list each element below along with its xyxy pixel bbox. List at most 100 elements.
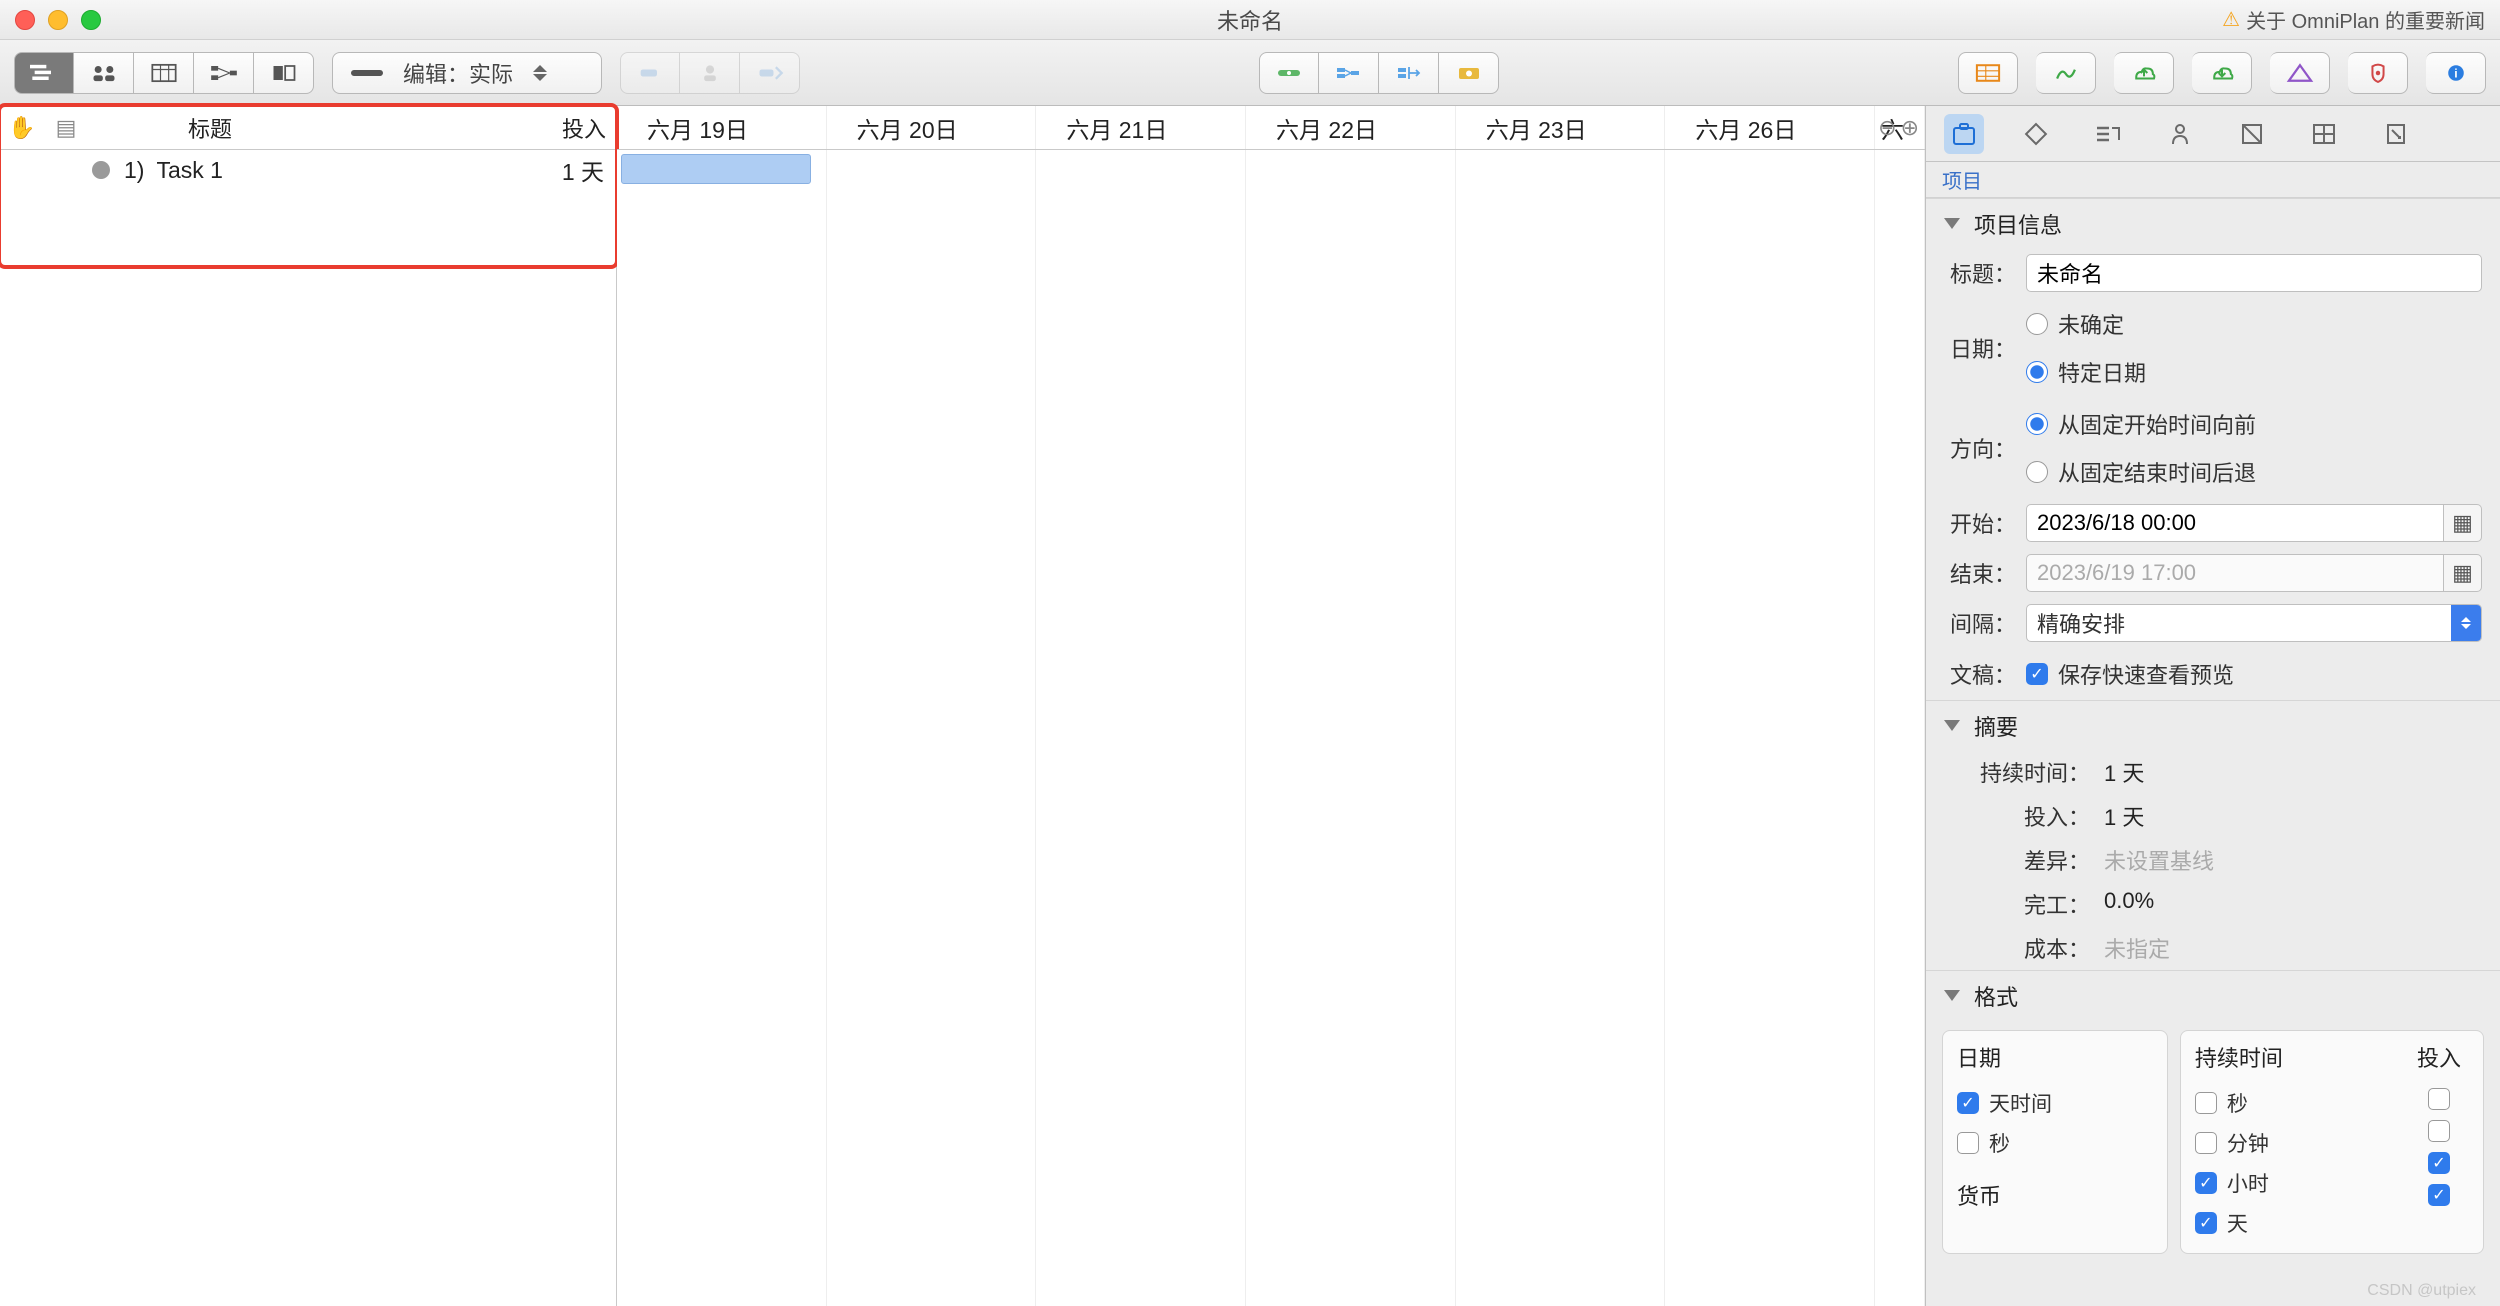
gantt-grid <box>617 150 1925 1306</box>
gantt-day-header[interactable]: 六月 19日 <box>617 106 827 149</box>
effort-format-title: 投入 <box>2417 1041 2461 1073</box>
change-tracking-button[interactable] <box>2270 52 2330 94</box>
edit-mode-control[interactable]: 编辑：实际 <box>332 52 602 94</box>
gantt-day-header[interactable]: 六月 21日 <box>1036 106 1246 149</box>
attachments-inspector-tab[interactable] <box>2376 114 2416 154</box>
effort-sec-check[interactable] <box>2428 1083 2450 1115</box>
daytime-checkbox[interactable]: ✓天时间 <box>1957 1083 2153 1123</box>
resource-inspector-tab[interactable] <box>2160 114 2200 154</box>
notes-column-icon: ▤ <box>44 115 88 141</box>
schedule-group <box>1259 52 1499 94</box>
gantt-pane: 六月 19日 六月 20日 六月 21日 六月 22日 六月 23日 六月 26… <box>617 106 1925 1306</box>
select-arrows-icon <box>2451 605 2481 641</box>
date-undetermined-radio[interactable]: 未确定 <box>2026 304 2146 344</box>
violations-column-icon: ✋ <box>0 115 44 141</box>
summary-section-header[interactable]: 摘要 <box>1926 700 2500 750</box>
start-label: 开始： <box>1944 507 2016 539</box>
interval-select[interactable]: 精确安排 <box>2026 604 2482 642</box>
task-index: 1) <box>124 157 144 184</box>
title-bar: 未命名 ⚠ 关于 OmniPlan 的重要新闻 <box>0 0 2500 40</box>
task-inspector-tab[interactable] <box>2088 114 2128 154</box>
gantt-day-header[interactable]: 六月 26日 <box>1665 106 1875 149</box>
violations-button[interactable] <box>2348 52 2408 94</box>
info-button[interactable]: i <box>2426 52 2486 94</box>
zoom-in-icon[interactable]: ⊕ <box>1901 115 1919 141</box>
close-window-button[interactable] <box>15 10 35 30</box>
outline-header: ✋ ▤ 标题 投入 <box>0 106 616 150</box>
start-date-input[interactable] <box>2026 504 2444 542</box>
end-calendar-button[interactable]: ▦ <box>2444 554 2482 592</box>
interval-label: 间隔： <box>1944 607 2016 639</box>
effort-hour-check[interactable]: ✓ <box>2428 1147 2450 1179</box>
custom-data-inspector-tab[interactable] <box>2304 114 2344 154</box>
summary-cost-label: 成本： <box>1944 932 2104 964</box>
title-column-header[interactable]: 标题 <box>88 112 526 144</box>
project-inspector-tab[interactable] <box>1944 114 1984 154</box>
interval-row: 间隔： 精确安排 <box>1926 598 2500 648</box>
gantt-day-header[interactable]: 六月 22日 <box>1246 106 1456 149</box>
gantt-day-header[interactable]: 六月 23日 <box>1456 106 1666 149</box>
zoom-controls[interactable]: ⊖ ⊕ <box>1878 115 1919 141</box>
add-milestone-button[interactable] <box>740 52 800 94</box>
stepper-icon <box>533 65 547 81</box>
snapshot-button[interactable] <box>1439 52 1499 94</box>
add-task-button[interactable] <box>620 52 680 94</box>
currency-format-title: 货币 <box>1957 1179 2153 1211</box>
styles-inspector-tab[interactable] <box>2232 114 2272 154</box>
reschedule-button[interactable] <box>1319 52 1379 94</box>
direction-label: 方向： <box>1944 432 2016 464</box>
summary-complete-value: 0.0% <box>2104 888 2154 920</box>
date-label: 日期： <box>1944 332 2016 364</box>
zoom-window-button[interactable] <box>81 10 101 30</box>
task-bullet-icon <box>92 161 110 179</box>
project-info-section-header[interactable]: 项目信息 <box>1926 198 2500 248</box>
start-calendar-button[interactable]: ▦ <box>2444 504 2482 542</box>
title-input[interactable] <box>2026 254 2482 292</box>
duration-format-title: 持续时间 <box>2195 1041 2409 1073</box>
add-resource-button[interactable] <box>680 52 740 94</box>
unit-min-row[interactable]: 分钟 <box>2195 1123 2409 1163</box>
seconds-checkbox[interactable]: 秒 <box>1957 1123 2153 1163</box>
effort-min-check[interactable] <box>2428 1115 2450 1147</box>
save-quicklook-checkbox[interactable]: ✓保存快速查看预览 <box>2026 654 2234 694</box>
network-view-button[interactable] <box>194 52 254 94</box>
inspector-tabs <box>1926 106 2500 162</box>
gantt-view-button[interactable] <box>14 52 74 94</box>
unit-day-row[interactable]: ✓天 <box>2195 1203 2409 1243</box>
unit-hour-row[interactable]: ✓小时 <box>2195 1163 2409 1203</box>
resources-view-button[interactable] <box>74 52 134 94</box>
sync-button[interactable] <box>2192 52 2252 94</box>
level-button[interactable] <box>1259 52 1319 94</box>
styles-view-button[interactable] <box>254 52 314 94</box>
minimize-window-button[interactable] <box>48 10 68 30</box>
news-notice[interactable]: ⚠ 关于 OmniPlan 的重要新闻 <box>2222 5 2485 34</box>
effort-column-header[interactable]: 投入 <box>526 112 616 144</box>
simulations-button[interactable] <box>2036 52 2096 94</box>
date-row: 日期： 未确定 特定日期 <box>1926 298 2500 398</box>
date-specific-radio[interactable]: 特定日期 <box>2026 352 2146 392</box>
window-title: 未命名 <box>1217 4 1283 36</box>
reports-button[interactable] <box>1958 52 2018 94</box>
gantt-task-bar[interactable] <box>621 154 811 184</box>
date-format-title: 日期 <box>1957 1041 2153 1073</box>
zoom-out-icon[interactable]: ⊖ <box>1878 115 1896 141</box>
publish-button[interactable] <box>2114 52 2174 94</box>
format-section-header[interactable]: 格式 <box>1926 970 2500 1020</box>
task-row[interactable]: 1) Task 1 1 天 <box>0 150 616 190</box>
direction-forward-radio[interactable]: 从固定开始时间向前 <box>2026 404 2256 444</box>
task-action-group <box>620 52 800 94</box>
inspector-panel: 项目 项目信息 标题： 日期： 未确定 特定日期 方向： 从固定开始时间向前 从… <box>1925 106 2500 1306</box>
milestones-inspector-tab[interactable] <box>2016 114 2056 154</box>
edit-dash-icon <box>351 70 383 76</box>
gantt-day-header[interactable]: 六月 20日 <box>827 106 1037 149</box>
effort-day-check[interactable]: ✓ <box>2428 1179 2450 1211</box>
start-row: 开始： ▦ <box>1926 498 2500 548</box>
catchup-button[interactable] <box>1379 52 1439 94</box>
disclosure-triangle-icon <box>1944 218 1960 229</box>
main-area: ✋ ▤ 标题 投入 1) Task 1 1 天 六月 19日 六月 20日 六月… <box>0 106 2500 1306</box>
toolbar: 编辑：实际 i <box>0 40 2500 106</box>
gantt-body[interactable] <box>617 150 1925 1306</box>
unit-sec-row[interactable]: 秒 <box>2195 1083 2409 1123</box>
calendar-view-button[interactable] <box>134 52 194 94</box>
direction-backward-radio[interactable]: 从固定结束时间后退 <box>2026 452 2256 492</box>
